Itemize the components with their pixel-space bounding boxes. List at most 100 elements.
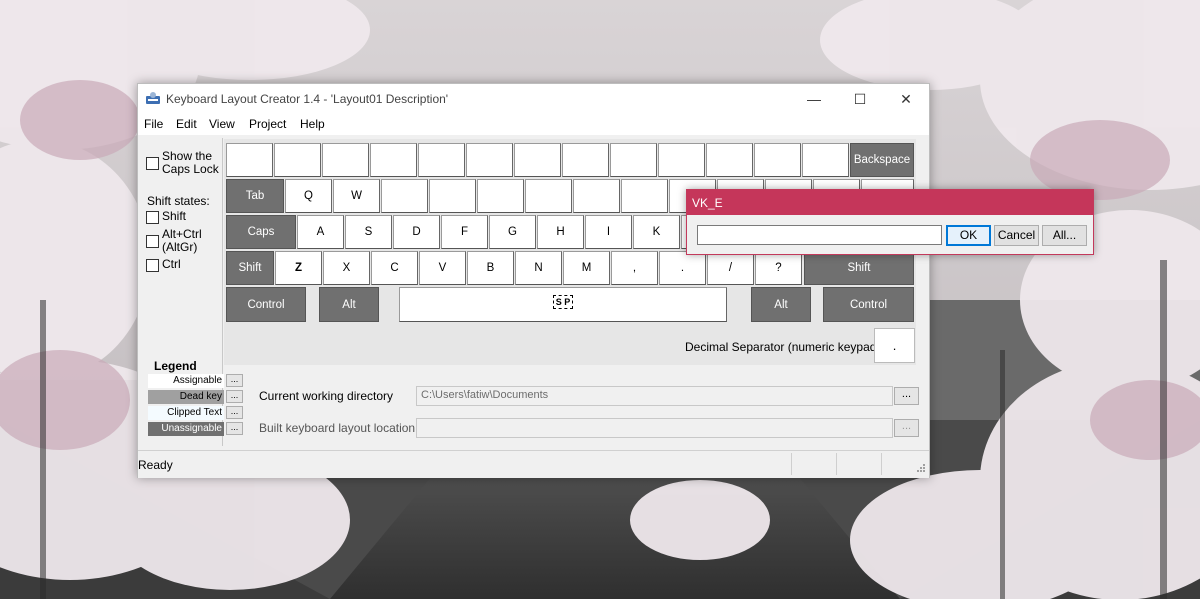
key-shift-left[interactable]: Shift [226,251,274,285]
key-minus[interactable] [754,143,801,177]
key-t[interactable] [477,179,524,213]
key-b[interactable]: B [467,251,514,285]
legend-unassignable-button[interactable]: ... [226,422,243,435]
close-button[interactable]: ✕ [883,84,929,114]
show-caps-lock-checkbox[interactable] [146,157,159,170]
key-w[interactable]: W [333,179,380,213]
vk-character-input[interactable] [697,225,942,245]
vk-dialog-title: VK_E [692,196,723,210]
key-slash[interactable]: / [707,251,754,285]
working-directory-field[interactable]: C:\Users\fatiw\Documents [416,386,893,406]
legend-dead-key-button[interactable]: ... [226,390,243,403]
shift-state-checkbox[interactable] [146,211,159,224]
ctrl-state-checkbox[interactable] [146,259,159,272]
decimal-separator-label: Decimal Separator (numeric keypad) [685,340,881,354]
key-r[interactable] [429,179,476,213]
status-divider [836,453,837,475]
cancel-button[interactable]: Cancel [994,225,1039,246]
key-g[interactable]: G [489,215,536,249]
ctrl-state-label: Ctrl [162,257,181,271]
built-location-field[interactable] [416,418,893,438]
shift-state-label: Shift [162,209,187,223]
key-f[interactable]: F [441,215,488,249]
key-period[interactable]: . [659,251,706,285]
key-c[interactable]: C [371,251,418,285]
key-alt-left[interactable]: Alt [319,287,379,322]
key-x[interactable]: X [323,251,370,285]
key-1[interactable] [274,143,321,177]
key-v[interactable]: V [419,251,466,285]
legend-clipped-text-button[interactable]: ... [226,406,243,419]
key-backspace[interactable]: Backspace [850,143,914,177]
decimal-separator-key[interactable]: . [874,328,915,363]
key-comma[interactable]: , [611,251,658,285]
working-directory-browse-button[interactable]: ... [894,387,919,405]
key-0[interactable] [706,143,753,177]
key-k[interactable]: K [633,215,680,249]
legend-unassignable: Unassignable [148,422,224,436]
ok-button[interactable]: OK [946,225,991,246]
key-question[interactable]: ? [755,251,802,285]
menu-help[interactable]: Help [300,117,325,131]
shift-states-label: Shift states: [147,194,210,208]
key-9[interactable] [658,143,705,177]
all-button[interactable]: All... [1042,225,1087,246]
key-u[interactable] [573,179,620,213]
key-oem3[interactable] [226,143,273,177]
keyboard-layout-creator-window: Keyboard Layout Creator 1.4 - 'Layout01 … [137,83,930,478]
status-bar: Ready [138,450,929,478]
legend-assignable-button[interactable]: ... [226,374,243,387]
maximize-button[interactable]: ☐ [837,84,883,114]
altgr-state-checkbox[interactable] [146,235,159,248]
legend-title: Legend [154,359,197,373]
key-7[interactable] [562,143,609,177]
resize-grip-icon[interactable] [914,463,926,475]
status-text: Ready [138,458,173,472]
key-shift-right[interactable]: Shift [804,251,914,285]
key-control-right[interactable]: Control [823,287,914,322]
key-8[interactable] [610,143,657,177]
key-3[interactable] [370,143,417,177]
key-i[interactable] [621,179,668,213]
key-alt-right[interactable]: Alt [751,287,811,322]
key-equals[interactable] [802,143,849,177]
key-alt-left-label: Alt [342,298,356,311]
key-i-home[interactable]: I [585,215,632,249]
key-caps[interactable]: Caps [226,215,296,249]
space-label: S P [552,294,574,309]
menu-project[interactable]: Project [249,117,286,131]
keyboard-app-icon [146,92,160,104]
key-a[interactable]: A [297,215,344,249]
key-4[interactable] [418,143,465,177]
menu-view[interactable]: View [209,117,235,131]
key-control-left[interactable]: Control [226,287,306,322]
window-title: Keyboard Layout Creator 1.4 - 'Layout01 … [166,92,449,106]
built-location-label: Built keyboard layout location [259,421,416,435]
menu-file[interactable]: File [144,117,163,131]
key-q[interactable]: Q [285,179,332,213]
key-5[interactable] [466,143,513,177]
key-h[interactable]: H [537,215,584,249]
key-2[interactable] [322,143,369,177]
key-6[interactable] [514,143,561,177]
key-y[interactable] [525,179,572,213]
key-m[interactable]: M [563,251,610,285]
vk-dialog-titlebar[interactable]: VK_E [687,190,1093,215]
legend-dead-key: Dead key [148,390,224,404]
key-n[interactable]: N [515,251,562,285]
altgr-label-2: (AltGr) [162,240,198,254]
key-e[interactable] [381,179,428,213]
key-tab[interactable]: Tab [226,179,284,213]
menu-bar: File Edit View Project Help [138,114,929,135]
status-divider [881,453,882,475]
menu-edit[interactable]: Edit [176,117,197,131]
key-d[interactable]: D [393,215,440,249]
key-z[interactable]: Z [275,251,322,285]
working-directory-label: Current working directory [259,389,394,403]
key-space[interactable]: S P [399,287,727,322]
built-location-browse-button[interactable]: ... [894,419,919,437]
status-divider [791,453,792,475]
key-s[interactable]: S [345,215,392,249]
title-bar[interactable]: Keyboard Layout Creator 1.4 - 'Layout01 … [138,84,929,114]
minimize-button[interactable]: — [791,84,837,114]
